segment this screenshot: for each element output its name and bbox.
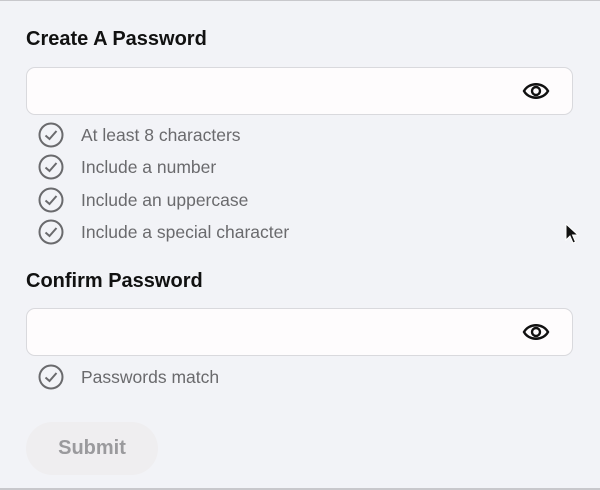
confirm-password-input[interactable] [27,309,531,355]
check-circle-icon [38,154,64,180]
eye-icon[interactable] [522,80,550,102]
check-circle-icon [38,364,64,390]
requirement-label: Include a number [81,156,217,177]
confirm-password-heading: Confirm Password [26,270,203,292]
requirement-item: At least 8 characters [38,122,241,148]
check-circle-icon [38,122,64,148]
create-password-field[interactable] [26,67,573,115]
mouse-cursor-icon [565,223,579,244]
create-password-heading: Create A Password [26,28,207,50]
requirement-label: Include a special character [81,221,290,242]
submit-button[interactable]: Submit [26,422,158,475]
check-circle-icon [38,219,64,245]
requirement-item: Include a number [38,154,216,180]
requirement-item: Include an uppercase [38,187,248,213]
create-password-input[interactable] [27,68,531,114]
requirement-item: Passwords match [38,364,219,390]
requirement-item: Include a special character [38,219,289,245]
requirement-label: Passwords match [81,366,220,387]
check-circle-icon [38,187,64,213]
confirm-password-field[interactable] [26,308,573,356]
requirement-label: At least 8 characters [81,124,241,145]
requirement-label: Include an uppercase [81,189,249,210]
eye-icon[interactable] [522,321,550,343]
